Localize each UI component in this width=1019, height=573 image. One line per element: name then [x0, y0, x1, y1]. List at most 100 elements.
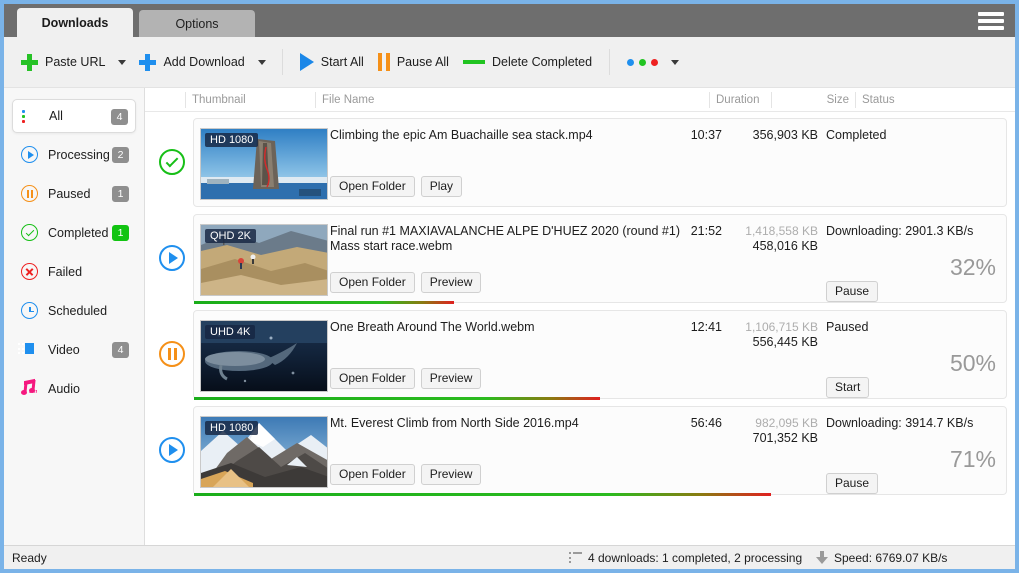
table-row[interactable]: UHD 4K One Breath Around The World.webm … — [153, 310, 1007, 400]
quality-badge: HD 1080 — [205, 133, 259, 147]
sidebar-item-scheduled[interactable]: Scheduled — [12, 294, 136, 328]
size-downloaded-value: 701,352 KB — [752, 431, 818, 445]
status-summary-text: 4 downloads: 1 completed, 2 processing — [588, 550, 803, 565]
status-speed-text: Speed: 6769.07 KB/s — [834, 550, 948, 565]
sidebar-item-label: Video — [48, 343, 80, 357]
paste-url-button[interactable]: Paste URL — [14, 45, 112, 79]
duration-value: 21:52 — [690, 224, 722, 238]
sidebar-item-processing[interactable]: Processing 2 — [12, 138, 136, 172]
column-header-size[interactable]: Size — [771, 91, 855, 108]
add-download-label: Add Download — [163, 55, 245, 69]
open-folder-button[interactable]: Open Folder — [330, 272, 415, 293]
film-icon — [18, 341, 39, 359]
pause-icon — [377, 53, 390, 71]
toolbar-separator — [609, 49, 611, 75]
row-meta: 21:52 1,418,558 KB 458,016 KB Downloadin… — [676, 224, 1006, 311]
tab-options[interactable]: Options — [139, 10, 255, 37]
sidebar-badge: 1 — [112, 225, 129, 241]
delete-completed-button[interactable]: Delete Completed — [456, 45, 599, 79]
pause-row-button[interactable]: Pause — [826, 473, 879, 494]
column-header-file-name[interactable]: File Name — [315, 91, 709, 108]
duration-value: 12:41 — [690, 320, 722, 334]
play-button[interactable]: Play — [420, 176, 463, 197]
tab-downloads-label: Downloads — [41, 15, 109, 30]
error-circle-icon — [21, 263, 39, 281]
status-value: Downloading: 2901.3 KB/s — [826, 224, 974, 238]
duration-value: 10:37 — [690, 128, 722, 142]
progress-percent: 32% — [949, 254, 996, 280]
start-all-button[interactable]: Start All — [293, 45, 371, 79]
music-note-icon — [21, 378, 39, 398]
thumbnail-image[interactable]: UHD 4K — [200, 320, 328, 392]
column-header-status[interactable]: Status — [855, 91, 1015, 108]
size-downloaded-value: 556,445 KB — [752, 335, 818, 349]
download-arrow-icon — [816, 550, 828, 565]
sidebar-item-label: Scheduled — [48, 304, 108, 318]
start-row-button[interactable]: Start — [826, 377, 870, 398]
hamburger-menu-icon[interactable] — [978, 11, 1004, 31]
sidebar-item-audio[interactable]: Audio — [12, 372, 136, 406]
open-folder-button[interactable]: Open Folder — [330, 464, 415, 485]
tab-downloads[interactable]: Downloads — [17, 8, 133, 37]
thumbnail-image[interactable]: HD 1080 — [200, 128, 328, 200]
table-row[interactable]: QHD 2K Final run #1 MAXIAVALANCHE ALPE D… — [153, 214, 1007, 304]
hamburger-line — [978, 12, 1004, 16]
column-header-duration[interactable]: Duration — [709, 91, 771, 108]
sidebar-item-failed[interactable]: Failed — [12, 255, 136, 289]
row-content: Final run #1 MAXIAVALANCHE ALPE D'HUEZ 2… — [324, 215, 1006, 302]
row-content: One Breath Around The World.webm Open Fo… — [324, 311, 1006, 398]
add-download-button[interactable]: Add Download — [132, 45, 251, 79]
main-body: All 4 Processing 2 Paused 1 Completed 1 … — [4, 88, 1015, 545]
sidebar-item-video[interactable]: Video 4 — [12, 333, 136, 367]
preview-button[interactable]: Preview — [420, 272, 482, 293]
preview-button[interactable]: Preview — [420, 464, 482, 485]
size-total-value: 1,418,558 KB — [745, 224, 818, 238]
list-icon — [569, 552, 582, 563]
thumbnail-cell: HD 1080 — [194, 407, 328, 494]
table-row[interactable]: HD 1080 Climbing the epic Am Buachaille … — [153, 118, 1007, 207]
thumbnail-image[interactable]: HD 1080 — [200, 416, 328, 488]
table-row[interactable]: HD 1080 Mt. Everest Climb from North Sid… — [153, 406, 1007, 496]
quality-badge: UHD 4K — [205, 325, 256, 339]
row-meta: 56:46 982,095 KB 701,352 KB Downloading:… — [676, 416, 1006, 503]
row-state-check-circle-icon[interactable] — [159, 149, 185, 175]
open-folder-button[interactable]: Open Folder — [330, 368, 415, 389]
more-options-dropdown[interactable] — [665, 45, 685, 79]
preview-button[interactable]: Preview — [420, 368, 482, 389]
toolbar-separator — [281, 49, 283, 75]
row-state-play-circle-icon[interactable] — [159, 245, 185, 271]
sidebar-badge: 2 — [112, 147, 129, 163]
row-state-play-circle-icon[interactable] — [159, 437, 185, 463]
add-download-dropdown[interactable] — [252, 45, 272, 79]
start-all-label: Start All — [320, 55, 364, 69]
row-state-pause-circle-icon[interactable] — [159, 341, 185, 367]
sidebar-item-label: Audio — [48, 382, 80, 396]
progress-percent: 71% — [949, 446, 996, 472]
status-value: Completed — [826, 128, 887, 142]
download-rows: HD 1080 Climbing the epic Am Buachaille … — [145, 112, 1015, 545]
size-downloaded-value: 458,016 KB — [752, 239, 818, 253]
sidebar-item-completed[interactable]: Completed 1 — [12, 216, 136, 250]
thumbnail-image[interactable]: QHD 2K — [200, 224, 328, 296]
pause-row-button[interactable]: Pause — [826, 281, 879, 302]
row-content: Climbing the epic Am Buachaille sea stac… — [324, 119, 1006, 206]
sidebar-item-label: Processing — [48, 148, 110, 162]
pause-all-button[interactable]: Pause All — [371, 45, 456, 79]
open-folder-button[interactable]: Open Folder — [330, 176, 415, 197]
clock-icon — [21, 302, 39, 320]
thumbnail-cell: HD 1080 — [194, 119, 328, 206]
toolbar: Paste URL Add Download Start All Pause A… — [4, 37, 1015, 88]
plus-icon — [21, 53, 38, 71]
sidebar-item-label: Paused — [48, 187, 91, 201]
file-name: Climbing the epic Am Buachaille sea stac… — [330, 128, 593, 142]
column-header-thumbnail[interactable]: Thumbnail — [185, 91, 315, 108]
plus-icon — [139, 53, 157, 71]
pause-circle-icon — [21, 185, 39, 203]
sidebar-item-paused[interactable]: Paused 1 — [12, 177, 136, 211]
pause-all-label: Pause All — [396, 55, 449, 69]
paste-url-dropdown[interactable] — [112, 45, 132, 79]
progress-bar — [194, 493, 771, 496]
more-options-button[interactable] — [620, 45, 665, 79]
quality-badge: QHD 2K — [205, 229, 256, 243]
sidebar-item-all[interactable]: All 4 — [12, 99, 136, 133]
